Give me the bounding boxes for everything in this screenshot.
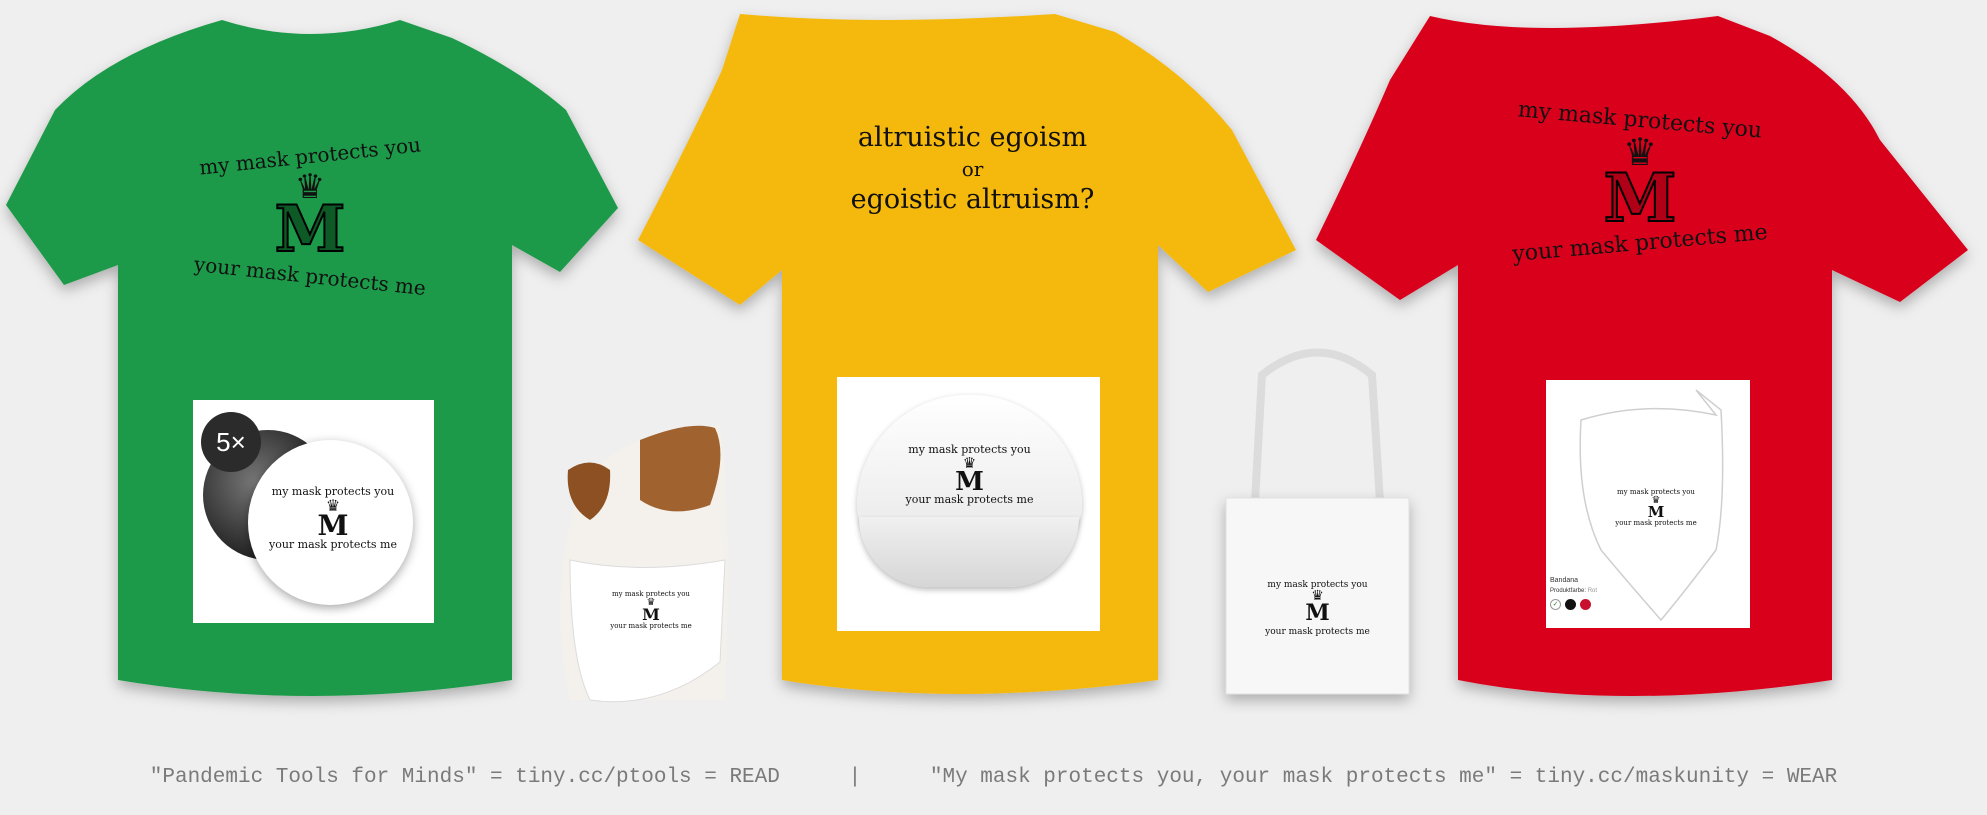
swatch-black[interactable] [1565,599,1576,610]
product-info-card: Bandana Produktfarbe: Rot ✓ [1550,576,1612,620]
product-info-color-row: Produktfarbe: Rot [1550,586,1612,596]
tote-print-monogram: M [1305,600,1330,626]
swatch-red[interactable] [1580,599,1591,610]
quantity-badge: 5× [201,412,261,472]
cap-print-monogram: M [955,467,984,497]
green-print-monogram: M [274,192,347,267]
green-tshirt-print: my mask protects you ♛ M your mask prote… [175,132,445,310]
swatch-white[interactable]: ✓ [1550,599,1561,610]
yellow-print-line2: or [961,157,984,181]
cap-print: my mask protects you ♛ M your mask prote… [887,443,1052,506]
dog-bandana-monogram: M [642,605,660,624]
bandana-inset[interactable]: my mask protects you ♛ M your mask prote… [1546,380,1750,628]
yellow-tshirt-print: altruistic egoism or egoistic altruism? [830,120,1115,218]
product-info-color-value: Rot [1587,588,1598,594]
color-swatches: ✓ [1550,599,1612,610]
cap-inset[interactable]: my mask protects you ♛ M your mask prote… [837,377,1100,631]
buttons-inset[interactable]: my mask protects you ♛ M your mask prote… [193,400,434,623]
bandana-print: my mask protects you ♛ M your mask prote… [1606,488,1706,527]
tote-bag-print: my mask protects you ♛ M your mask prote… [1250,580,1385,637]
yellow-print-line1: altruistic egoism [857,122,1088,153]
dog-bandana-print: my mask protects you ♛ M your mask prote… [596,590,706,630]
product-info-name: Bandana [1550,577,1579,584]
cap-brim [859,517,1079,587]
cap-print-bottom-text: your mask protects me [905,493,1034,506]
red-print-monogram: M [1602,159,1677,237]
red-tshirt-print: my mask protects you ♛ M your mask prote… [1500,97,1780,282]
yellow-print-line3: egoistic altruism? [850,184,1095,215]
footer-right-text: "My mask protects you, your mask protect… [929,765,1838,789]
footer-caption: "Pandemic Tools for Minds" = tiny.cc/pto… [0,760,1987,794]
bandana-print-monogram: M [1647,503,1665,521]
bandana-print-bottom-text: your mask protects me [1615,519,1697,527]
dog-bandana-bottom-text: your mask protects me [610,622,692,630]
button-pin-print: my mask protects you ♛ M your mask prote… [253,485,413,551]
footer-separator: | [848,765,862,789]
tote-print-bottom-text: your mask protects me [1265,627,1370,637]
product-info-color-label: Produktfarbe: [1550,588,1587,594]
button-print-monogram: M [317,509,349,542]
tote-bag-handle [1251,348,1384,503]
dog-head-brown-patch [640,425,721,512]
button-print-bottom-text: your mask protects me [269,538,397,551]
footer-left-text: "Pandemic Tools for Minds" = tiny.cc/pto… [149,765,780,789]
